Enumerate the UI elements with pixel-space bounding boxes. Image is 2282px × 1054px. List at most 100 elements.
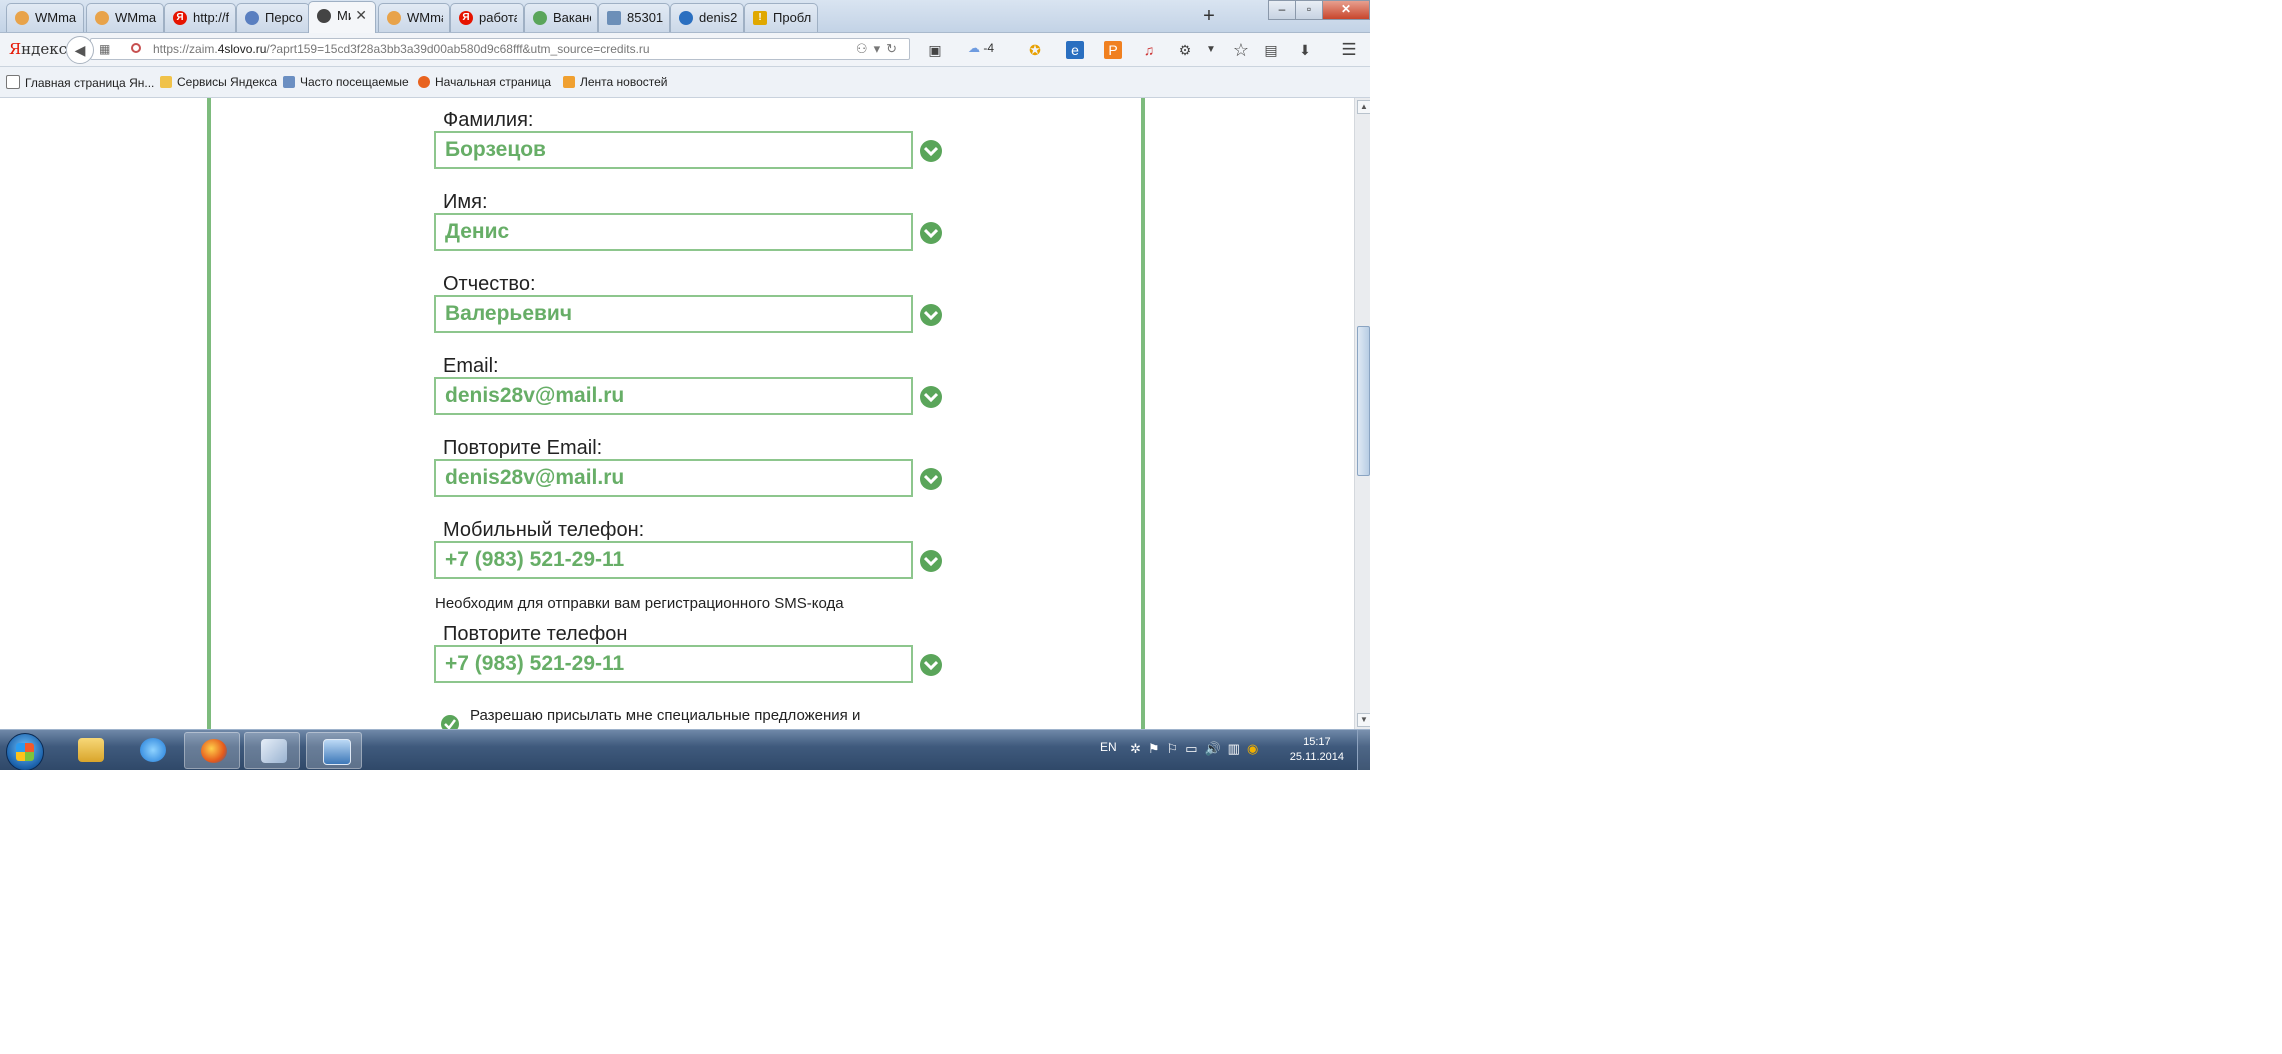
repeat-phone-label: Повторите телефон	[443, 623, 628, 645]
bookmark-label: Часто посещаемые	[300, 75, 409, 89]
vertical-scrollbar[interactable]: ▲ ▼	[1354, 98, 1370, 729]
system-tray: EN ✲⚑⚐▭🔊▥◉ 15:17 25.11.2014	[1090, 730, 1370, 770]
minimize-icon[interactable]: –	[1268, 0, 1296, 20]
tab-label: denis28v@...	[699, 10, 737, 25]
tab-label: Вакансии ...	[553, 10, 591, 25]
screenshot-icon[interactable]: ▣	[926, 41, 944, 59]
page-content: Фамилия: Борзецов Имя: Денис Отчество: В…	[0, 98, 1354, 729]
tab-personal[interactable]: Персонал...	[236, 3, 310, 32]
bookmark-yandex-services[interactable]: Сервисы Яндекса	[160, 75, 277, 89]
warning-icon: !	[753, 11, 767, 25]
tab-favicon	[387, 11, 401, 25]
page-icon	[6, 75, 20, 89]
tab-fina[interactable]: Я http://fina...	[164, 3, 236, 32]
tab-favicon	[95, 11, 109, 25]
show-desktop-button[interactable]	[1357, 730, 1370, 770]
bookmark-news-feed[interactable]: Лента новостей	[563, 75, 668, 89]
tab-label: http://fina...	[193, 10, 229, 25]
valid-check-icon	[920, 222, 942, 244]
close-tab-icon[interactable]: ✕	[355, 7, 367, 24]
ext-icon-1[interactable]: ✪	[1026, 41, 1044, 59]
picture-icon	[323, 739, 351, 765]
navigation-bar: Яндекс ▦ https://zaim.4slovo.ru/?aprt159…	[0, 33, 1370, 67]
chevron-down-icon[interactable]: ▼	[1202, 41, 1220, 59]
clock[interactable]: 15:17 25.11.2014	[1290, 735, 1344, 765]
firefox-icon	[201, 739, 227, 763]
sound-icon[interactable]: ♫	[1140, 41, 1158, 59]
language-indicator[interactable]: EN	[1100, 740, 1117, 754]
tab-label: работа в о...	[479, 10, 517, 25]
page-menu-icon[interactable]: ▦	[99, 42, 110, 56]
patronymic-label: Отчество:	[443, 273, 536, 295]
tab-wmmail-2[interactable]: WMmail.r...	[86, 3, 164, 32]
bookmark-star-icon[interactable]: ☆	[1232, 41, 1250, 59]
new-tab-button[interactable]: +	[1196, 4, 1222, 28]
addon-icon[interactable]: ⚙	[1176, 41, 1194, 59]
menu-icon[interactable]: ☰	[1340, 41, 1358, 59]
tab-wmmail-3[interactable]: WMmail.r...	[378, 3, 450, 32]
address-bar[interactable]: ▦ https://zaim.4slovo.ru/?aprt159=15cd3f…	[90, 38, 910, 60]
tab-vakansii[interactable]: Вакансии ...	[524, 3, 598, 32]
ie-icon	[140, 738, 166, 762]
desktop-screen: WMmail.r... WMmail.r... Я http://fina...…	[0, 0, 1370, 770]
back-button[interactable]: ◀	[66, 36, 94, 64]
rss-icon	[563, 76, 575, 88]
folder-icon	[78, 738, 104, 762]
restore-icon[interactable]: ▫	[1295, 0, 1323, 20]
tab-mikro-active[interactable]: Микро... ✕	[308, 1, 376, 33]
last-name-input[interactable]: Борзецов	[434, 131, 913, 169]
start-button[interactable]	[6, 733, 44, 770]
url-prefix: https://zaim.	[153, 42, 218, 56]
tab-rabota[interactable]: Я работа в о...	[450, 3, 524, 32]
url-text[interactable]: https://zaim.4slovo.ru/?aprt159=15cd3f28…	[153, 42, 650, 56]
valid-check-icon	[920, 304, 942, 326]
tray-icons[interactable]: ✲⚑⚐▭🔊▥◉	[1130, 741, 1265, 757]
cloud-icon: ☁	[968, 41, 980, 55]
email-input[interactable]: denis28v@mail.ru	[434, 377, 913, 415]
address-bar-icons[interactable]: ⚇▾↻	[856, 41, 903, 57]
security-icon[interactable]	[131, 43, 141, 53]
last-name-label: Фамилия:	[443, 109, 534, 131]
valid-check-icon	[920, 386, 942, 408]
brand-rest: ндекс	[21, 40, 68, 58]
screenshot-taskbar-button[interactable]	[306, 732, 362, 769]
tab-label: WMmail.r...	[35, 10, 77, 25]
bookmark-start-page[interactable]: Начальная страница	[418, 75, 551, 89]
app-taskbar-button[interactable]	[244, 732, 300, 769]
repeat-phone-input[interactable]: +7 (983) 521-29-11	[434, 645, 913, 683]
tab-favicon	[245, 11, 259, 25]
weather-widget[interactable]: ☁ -4	[968, 41, 994, 55]
scroll-thumb[interactable]	[1357, 326, 1370, 476]
bookmark-label: Сервисы Яндекса	[177, 75, 278, 89]
ie-taskbar-button[interactable]	[124, 732, 180, 769]
clock-tray-icon: ◉	[1246, 741, 1266, 756]
bookmark-most-visited[interactable]: Часто посещаемые	[283, 75, 409, 89]
patronymic-input[interactable]: Валерьевич	[434, 295, 913, 333]
tab-85301[interactable]: 85301_Bez...	[598, 3, 670, 32]
ext-icon-2[interactable]: e	[1066, 41, 1084, 59]
consent-checkbox[interactable]	[441, 715, 459, 729]
bookmarks-menu-icon[interactable]: ▤	[1262, 41, 1280, 59]
bookmark-yandex-home[interactable]: Главная страница Ян...	[6, 75, 154, 90]
url-rest: /?aprt159=15cd3f28a3bb3a39d00ab580d9c68f…	[266, 42, 650, 56]
scroll-up-icon[interactable]: ▲	[1357, 100, 1370, 114]
folder-icon	[160, 76, 172, 88]
firefox-taskbar-button[interactable]	[184, 732, 240, 769]
first-name-input[interactable]: Денис	[434, 213, 913, 251]
download-icon[interactable]: ⬇	[1296, 41, 1314, 59]
mobile-phone-input[interactable]: +7 (983) 521-29-11	[434, 541, 913, 579]
tab-label: Персонал...	[265, 10, 303, 25]
window-icon	[261, 739, 287, 763]
tab-wmmail-1[interactable]: WMmail.r...	[6, 3, 84, 32]
repeat-email-input[interactable]: denis28v@mail.ru	[434, 459, 913, 497]
ext-icon-3[interactable]: P	[1104, 41, 1122, 59]
image-icon	[607, 11, 621, 25]
mobile-phone-label: Мобильный телефон:	[443, 519, 645, 541]
scroll-down-icon[interactable]: ▼	[1357, 713, 1370, 727]
explorer-taskbar-button[interactable]	[62, 732, 118, 769]
tab-label: WMmail.r...	[115, 10, 157, 25]
tab-denis-mail[interactable]: denis28v@...	[670, 3, 744, 32]
close-window-icon[interactable]: ✕	[1322, 0, 1370, 20]
tab-problem[interactable]: ! Проблем...	[744, 3, 818, 32]
phone-hint: Необходим для отправки вам регистрационн…	[435, 595, 844, 612]
